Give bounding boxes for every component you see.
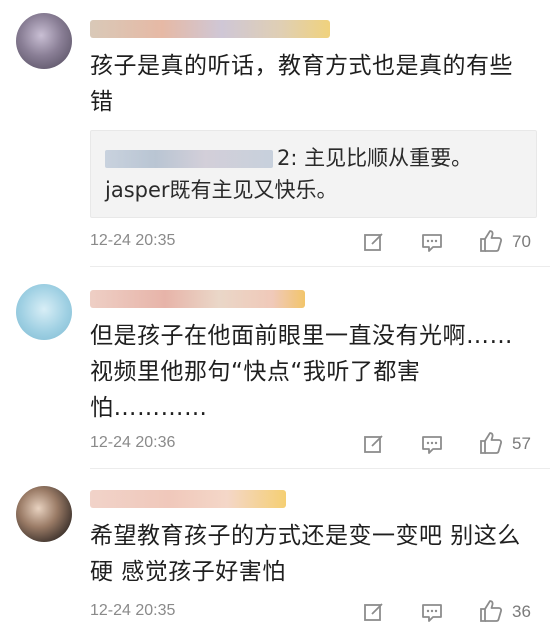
timestamp: 12-24 20:35 [90, 232, 176, 249]
username-blurred[interactable] [90, 490, 286, 508]
like-count: 70 [512, 232, 531, 251]
reply-text-line1: 2: 主见比顺从重要。 [277, 146, 473, 170]
comment-text: 希望教育孩子的方式还是变一变吧 别这么硬 感觉孩子好害怕 [90, 523, 521, 585]
comment-meta: 12-24 20:35 70 [90, 228, 535, 258]
reply-text-line2: jasper既有主见又快乐。 [105, 178, 338, 202]
timestamp: 12-24 20:35 [90, 602, 176, 619]
reply-username-blurred[interactable] [105, 150, 273, 168]
edit-icon[interactable] [362, 432, 386, 456]
like-count: 36 [512, 602, 531, 621]
thumbs-up-icon[interactable] [478, 228, 504, 254]
avatar[interactable] [16, 284, 72, 340]
comment-meta: 12-24 20:36 57 [90, 430, 535, 460]
like-count: 57 [512, 434, 531, 453]
timestamp: 12-24 20:36 [90, 434, 176, 451]
username-blurred[interactable] [90, 290, 305, 308]
avatar[interactable] [16, 13, 72, 69]
username-blurred[interactable] [90, 20, 330, 38]
reply-quote[interactable]: 2: 主见比顺从重要。 jasper既有主见又快乐。 [90, 130, 537, 218]
thumbs-up-icon[interactable] [478, 430, 504, 456]
divider [90, 266, 550, 267]
comment-icon[interactable] [420, 432, 444, 456]
thumbs-up-icon[interactable] [478, 598, 504, 624]
comment-icon[interactable] [420, 600, 444, 624]
divider [90, 468, 550, 469]
comment-meta: 12-24 20:35 36 [90, 598, 535, 628]
edit-icon[interactable] [362, 230, 386, 254]
comment-text: 孩子是真的听话，教育方式也是真的有些错 [90, 53, 513, 115]
avatar[interactable] [16, 486, 72, 542]
comment-icon[interactable] [420, 230, 444, 254]
edit-icon[interactable] [362, 600, 386, 624]
comment-text: 但是孩子在他面前眼里一直没有光啊……视频里他那句“快点“我听了都害怕………… [90, 323, 513, 421]
